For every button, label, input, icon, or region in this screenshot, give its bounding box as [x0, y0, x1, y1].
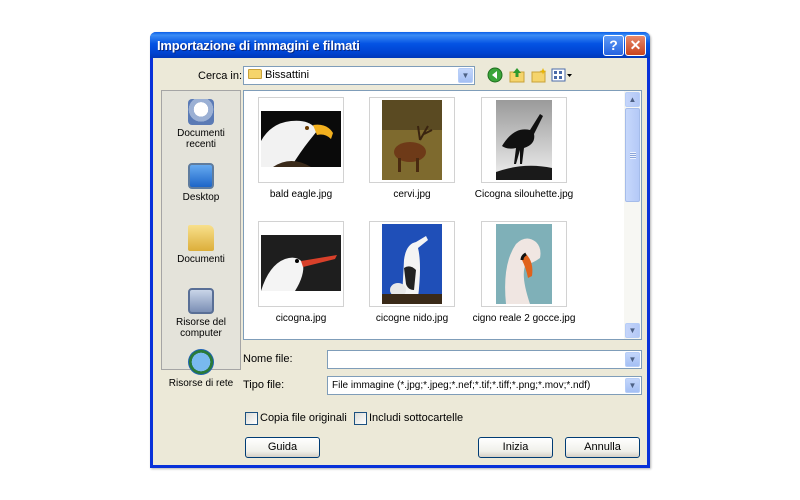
- chevron-down-icon[interactable]: ▼: [625, 352, 640, 367]
- recent-documents-icon: [188, 99, 214, 125]
- include-subfolders-checkbox[interactable]: [354, 412, 367, 425]
- look-in-dropdown[interactable]: Bissattini ▼: [243, 66, 475, 85]
- file-list[interactable]: bald eagle.jpg cervi.jpg Cicogna silouhe…: [243, 90, 642, 340]
- look-in-value: Bissattini: [265, 69, 310, 81]
- new-folder-icon[interactable]: [530, 67, 548, 85]
- chevron-down-icon[interactable]: ▼: [458, 68, 473, 83]
- scroll-up-button[interactable]: ▲: [625, 92, 640, 107]
- file-name[interactable]: cigno reale 2 gocce.jpg: [464, 313, 584, 324]
- file-thumbnail[interactable]: [369, 221, 455, 307]
- title-bar[interactable]: Importazione di immagini e filmati ? ✕: [150, 32, 650, 58]
- file-name[interactable]: bald eagle.jpg: [244, 189, 361, 200]
- include-subfolders-label: Includi sottocartelle: [369, 412, 464, 424]
- start-button[interactable]: Inizia: [478, 437, 553, 458]
- scroll-down-button[interactable]: ▼: [625, 323, 640, 338]
- copy-originals-checkbox[interactable]: [245, 412, 258, 425]
- folder-icon: [248, 69, 262, 79]
- deer-image: [382, 100, 442, 180]
- stork-image: [261, 235, 341, 291]
- import-dialog: Importazione di immagini e filmati ? ✕ C…: [150, 32, 650, 468]
- help-button[interactable]: Guida: [245, 437, 320, 458]
- cancel-button[interactable]: Annulla: [565, 437, 640, 458]
- back-icon[interactable]: [486, 67, 504, 85]
- file-name[interactable]: cicogne nido.jpg: [352, 313, 472, 324]
- place-network[interactable]: Risorse di rete: [162, 349, 240, 389]
- file-type-value: File immagine (*.jpg;*.jpeg;*.nef;*.tif;…: [332, 380, 591, 391]
- place-recent-documents[interactable]: Documenti recenti: [162, 99, 240, 150]
- place-label: Desktop: [182, 192, 220, 203]
- file-thumbnail[interactable]: [481, 221, 567, 307]
- file-name[interactable]: Cicogna silouhette.jpg: [464, 189, 584, 200]
- file-name-label: Nome file:: [243, 353, 293, 365]
- place-label: Documenti recenti: [177, 128, 225, 150]
- place-label: Risorse del computer: [175, 317, 227, 339]
- file-thumbnail[interactable]: [369, 97, 455, 183]
- file-type-dropdown[interactable]: File immagine (*.jpg;*.jpeg;*.nef;*.tif;…: [327, 376, 642, 395]
- copy-originals-label: Copia file originali: [260, 412, 347, 424]
- file-type-label: Tipo file:: [243, 379, 285, 391]
- chevron-down-icon[interactable]: ▼: [625, 378, 640, 393]
- documents-icon: [188, 225, 214, 251]
- file-thumbnail[interactable]: [258, 221, 344, 307]
- file-thumbnail[interactable]: [258, 97, 344, 183]
- vertical-scrollbar[interactable]: ▲ ▼: [624, 91, 641, 339]
- file-name[interactable]: cicogna.jpg: [244, 313, 361, 324]
- up-folder-icon[interactable]: [508, 67, 526, 85]
- close-button[interactable]: ✕: [625, 35, 646, 56]
- network-places-icon: [188, 349, 214, 375]
- scroll-thumb[interactable]: [625, 108, 640, 202]
- place-label: Documenti: [177, 254, 225, 265]
- place-desktop[interactable]: Desktop: [162, 163, 240, 203]
- views-menu-icon[interactable]: [551, 67, 573, 85]
- file-name-field[interactable]: ▼: [327, 350, 642, 369]
- window-title: Importazione di immagini e filmati: [157, 38, 360, 53]
- place-my-computer[interactable]: Risorse del computer: [162, 288, 240, 339]
- stork-silhouette-image: [496, 100, 552, 180]
- place-documents[interactable]: Documenti: [162, 225, 240, 265]
- swan-image: [496, 224, 552, 304]
- look-in-label: Cerca in:: [198, 70, 243, 82]
- grip-icon: [630, 152, 636, 159]
- file-thumbnail[interactable]: [481, 97, 567, 183]
- file-name[interactable]: cervi.jpg: [352, 189, 472, 200]
- my-computer-icon: [188, 288, 214, 314]
- places-bar: Documenti recenti Desktop Documenti Riso…: [161, 90, 241, 389]
- stork-nest-image: [382, 224, 442, 304]
- desktop-icon: [188, 163, 214, 189]
- place-label: Risorse di rete: [168, 378, 234, 389]
- help-title-button[interactable]: ?: [603, 35, 624, 56]
- bald-eagle-image: [261, 111, 341, 167]
